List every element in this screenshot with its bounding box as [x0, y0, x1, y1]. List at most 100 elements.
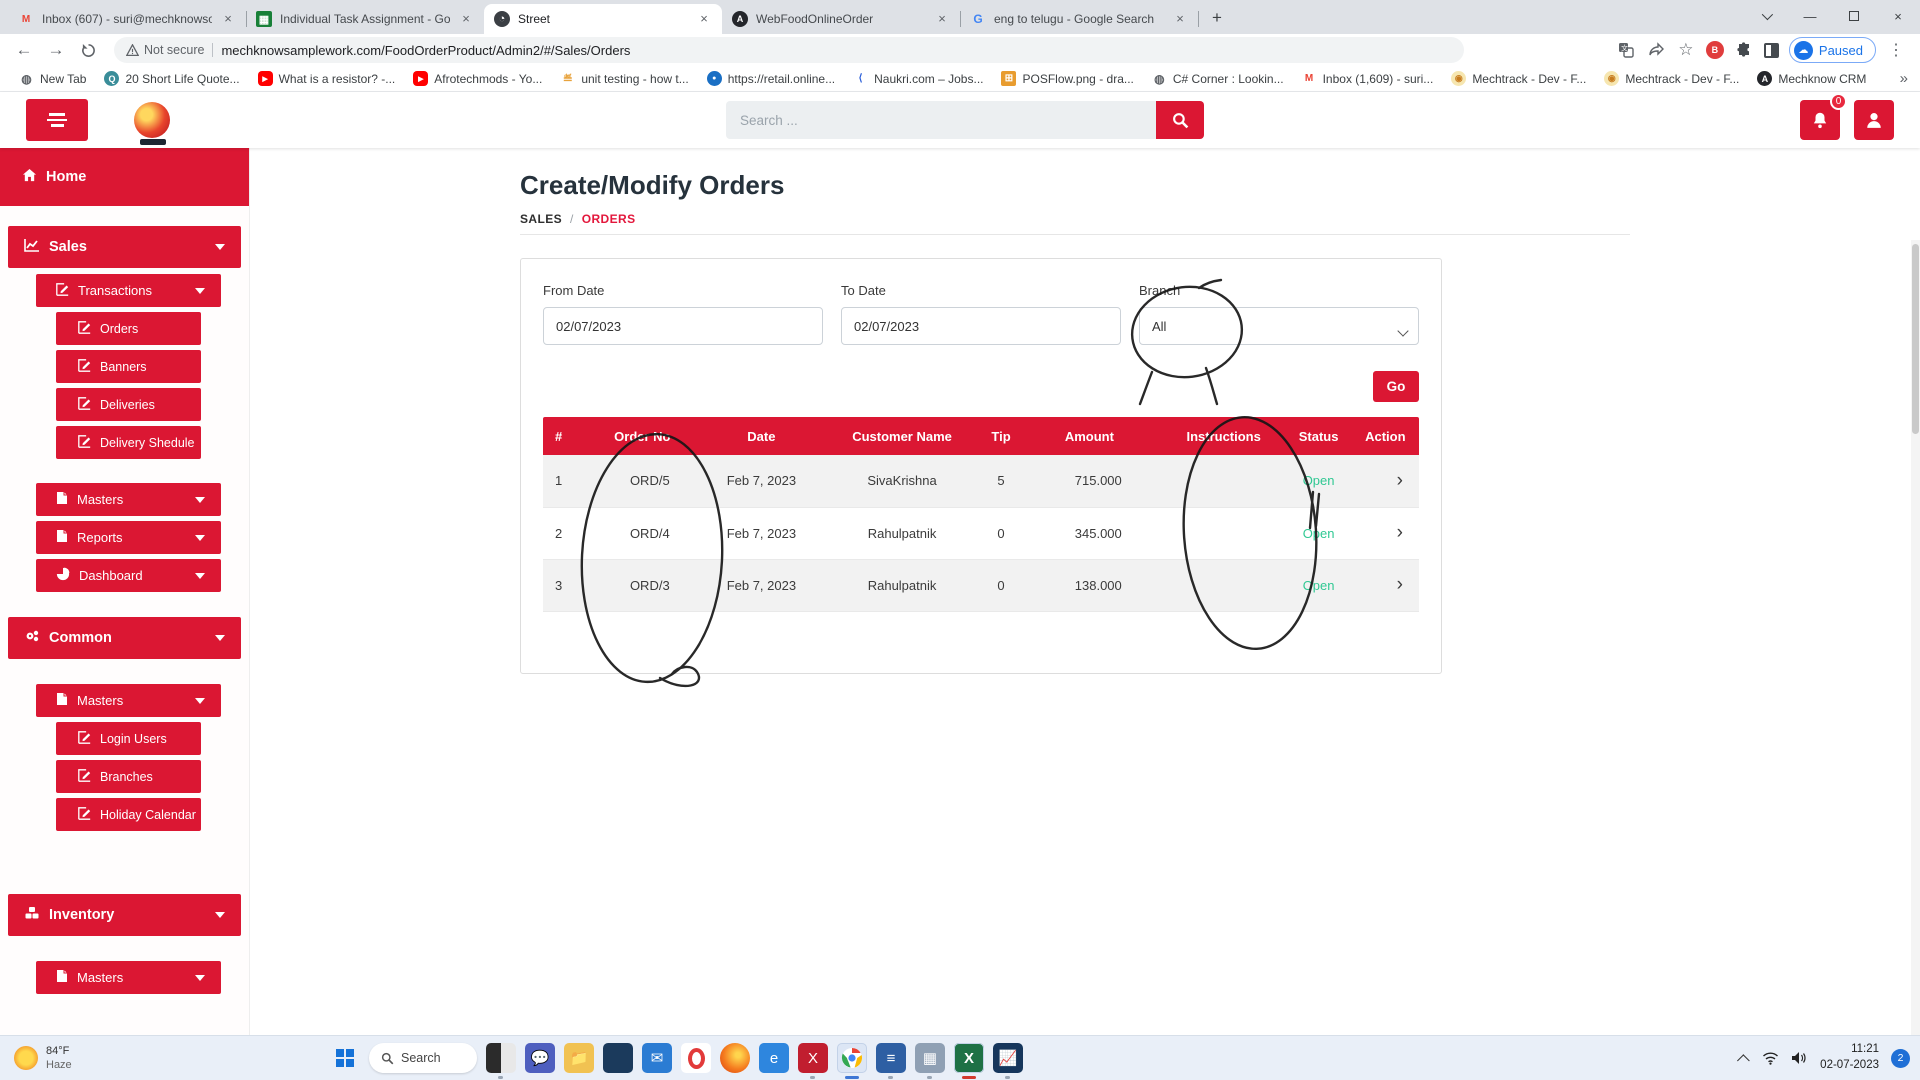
excel-app-icon[interactable]: X — [954, 1043, 984, 1073]
page-scrollbar[interactable] — [1911, 240, 1920, 1080]
wifi-icon[interactable] — [1762, 1051, 1779, 1065]
sidebar-item-reports[interactable]: Reports — [36, 521, 221, 554]
bookmark-item[interactable]: Mechtrack - Dev - F... — [1444, 69, 1593, 88]
browser-tab[interactable]: eng to telugu - Google Search× — [960, 4, 1198, 34]
photos-app-icon[interactable] — [486, 1043, 516, 1073]
bookmark-item[interactable]: unit testing - how t... — [553, 69, 695, 88]
tab-search-icon[interactable] — [1744, 0, 1788, 32]
breadcrumb-section[interactable]: SALES — [520, 212, 562, 226]
tab-close-icon[interactable]: × — [458, 11, 474, 27]
sidebar-item-banners[interactable]: Banners — [56, 350, 201, 383]
user-profile-button[interactable] — [1854, 100, 1894, 140]
sidebar-item-inventory[interactable]: Inventory — [8, 894, 241, 936]
sidebar-item-masters[interactable]: Masters — [36, 684, 221, 717]
edge-app-icon[interactable]: e — [759, 1043, 789, 1073]
order-row[interactable]: 3ORD/3Feb 7, 2023Rahulpatnik0138.000Open… — [543, 559, 1419, 611]
explorer-app-icon[interactable]: 📁 — [564, 1043, 594, 1073]
app-logo[interactable] — [134, 102, 170, 138]
bookmark-item[interactable]: Mechknow CRM — [1750, 69, 1873, 88]
adblock-extension-icon[interactable]: B — [1706, 41, 1724, 59]
taskbar-clock[interactable]: 11:21 02-07-2023 — [1820, 1042, 1879, 1073]
address-bar[interactable]: Not secure mechknowsamplework.com/FoodOr… — [114, 37, 1464, 63]
minimize-button[interactable]: — — [1788, 0, 1832, 32]
teams-app-icon[interactable]: 💬 — [525, 1043, 555, 1073]
chrome-app-icon[interactable] — [837, 1043, 867, 1073]
sidebar-item-transactions[interactable]: Transactions — [36, 274, 221, 307]
sidebar-item-common[interactable]: Common — [8, 617, 241, 659]
notifications-button[interactable]: 0 — [1800, 100, 1840, 140]
from-date-input[interactable] — [543, 307, 823, 345]
bookmark-item[interactable]: POSFlow.png - dra... — [994, 69, 1140, 88]
app-search-button[interactable] — [1156, 101, 1204, 139]
sidebar-item-home[interactable]: Home — [0, 148, 250, 206]
browser-tab[interactable]: Individual Task Assignment - Goo× — [246, 4, 484, 34]
to-date-input[interactable] — [841, 307, 1121, 345]
tab-close-icon[interactable]: × — [1172, 11, 1188, 27]
side-panel-icon[interactable] — [1764, 43, 1779, 58]
start-button[interactable] — [330, 1043, 360, 1073]
app-search-input[interactable]: Search ... — [726, 101, 1156, 139]
browser-tab[interactable]: WebFoodOnlineOrder× — [722, 4, 960, 34]
bookmark-item[interactable]: What is a resistor? -... — [251, 69, 403, 88]
volume-icon[interactable] — [1791, 1051, 1808, 1065]
sidebar-item-dashboard[interactable]: Dashboard — [36, 559, 221, 592]
scrollbar-thumb[interactable] — [1912, 244, 1919, 434]
branch-select[interactable]: All — [1139, 307, 1419, 345]
row-expand-chevron-icon[interactable]: › — [1352, 507, 1419, 559]
tab-close-icon[interactable]: × — [220, 11, 236, 27]
row-expand-chevron-icon[interactable]: › — [1352, 559, 1419, 611]
bookmarks-overflow-icon[interactable]: » — [1900, 70, 1908, 87]
share-icon[interactable] — [1646, 40, 1666, 60]
sidebar-item-delivery-shedule[interactable]: Delivery Shedule — [56, 426, 201, 459]
translate-icon[interactable]: 文 — [1616, 40, 1636, 60]
bookmark-item[interactable]: 20 Short Life Quote... — [97, 69, 246, 88]
xapp-app-icon[interactable]: X — [798, 1043, 828, 1073]
browser-tab[interactable]: Street× — [484, 4, 722, 34]
opera-app-icon[interactable] — [681, 1043, 711, 1073]
row-expand-chevron-icon[interactable]: › — [1352, 455, 1419, 507]
notebook-app-icon[interactable]: ≡ — [876, 1043, 906, 1073]
back-button[interactable]: ← — [10, 36, 38, 64]
tab-close-icon[interactable]: × — [696, 11, 712, 27]
bookmark-item[interactable]: Naukri.com – Jobs... — [846, 69, 990, 88]
extensions-puzzle-icon[interactable] — [1734, 40, 1754, 60]
close-window-button[interactable]: × — [1876, 0, 1920, 32]
tab-close-icon[interactable]: × — [934, 11, 950, 27]
sidebar-toggle-button[interactable] — [26, 99, 88, 141]
calculator-app-icon[interactable]: ▦ — [915, 1043, 945, 1073]
weather-widget[interactable]: 84°F Haze — [0, 1044, 330, 1073]
forward-button[interactable]: → — [42, 36, 70, 64]
bookmark-item[interactable]: Inbox (1,609) - suri... — [1295, 69, 1441, 88]
go-button[interactable]: Go — [1373, 371, 1419, 402]
bookmark-item[interactable]: New Tab — [12, 69, 93, 88]
tray-expand-icon[interactable] — [1737, 1054, 1750, 1067]
not-secure-chip[interactable]: Not secure — [126, 43, 204, 57]
sidebar-item-holiday-calendar[interactable]: Holiday Calendar — [56, 798, 201, 831]
firefox-app-icon[interactable] — [720, 1043, 750, 1073]
browser-tab[interactable]: Inbox (607) - suri@mechknowsof× — [8, 4, 246, 34]
sync-paused-chip[interactable]: ☁ Paused — [1789, 37, 1876, 63]
reload-button[interactable] — [74, 36, 102, 64]
maximize-button[interactable] — [1832, 0, 1876, 32]
sidebar-item-sales[interactable]: Sales — [8, 226, 241, 268]
new-tab-button[interactable]: + — [1204, 5, 1230, 31]
sidebar-item-deliveries[interactable]: Deliveries — [56, 388, 201, 421]
sidebar-item-masters[interactable]: Masters — [36, 961, 221, 994]
order-row[interactable]: 2ORD/4Feb 7, 2023Rahulpatnik0345.000Open… — [543, 507, 1419, 559]
notification-center-badge[interactable]: 2 — [1891, 1049, 1910, 1068]
phone-app-icon[interactable] — [603, 1043, 633, 1073]
sidebar-item-login-users[interactable]: Login Users — [56, 722, 201, 755]
taskbar-search[interactable]: Search — [369, 1043, 477, 1073]
bookmark-star-icon[interactable]: ☆ — [1676, 40, 1696, 60]
bookmark-item[interactable]: Afrotechmods - Yo... — [406, 69, 549, 88]
bookmark-item[interactable]: https://retail.online... — [700, 69, 842, 88]
mail-app-icon[interactable]: ✉ — [642, 1043, 672, 1073]
sidebar-item-masters[interactable]: Masters — [36, 483, 221, 516]
bookmark-item[interactable]: C# Corner : Lookin... — [1145, 69, 1291, 88]
chart-app-icon[interactable]: 📈 — [993, 1043, 1023, 1073]
browser-menu-icon[interactable]: ⋮ — [1886, 40, 1906, 60]
sidebar-item-branches[interactable]: Branches — [56, 760, 201, 793]
bookmark-item[interactable]: Mechtrack - Dev - F... — [1597, 69, 1746, 88]
order-row[interactable]: 1ORD/5Feb 7, 2023SivaKrishna5715.000Open… — [543, 455, 1419, 507]
sidebar-item-orders[interactable]: Orders — [56, 312, 201, 345]
